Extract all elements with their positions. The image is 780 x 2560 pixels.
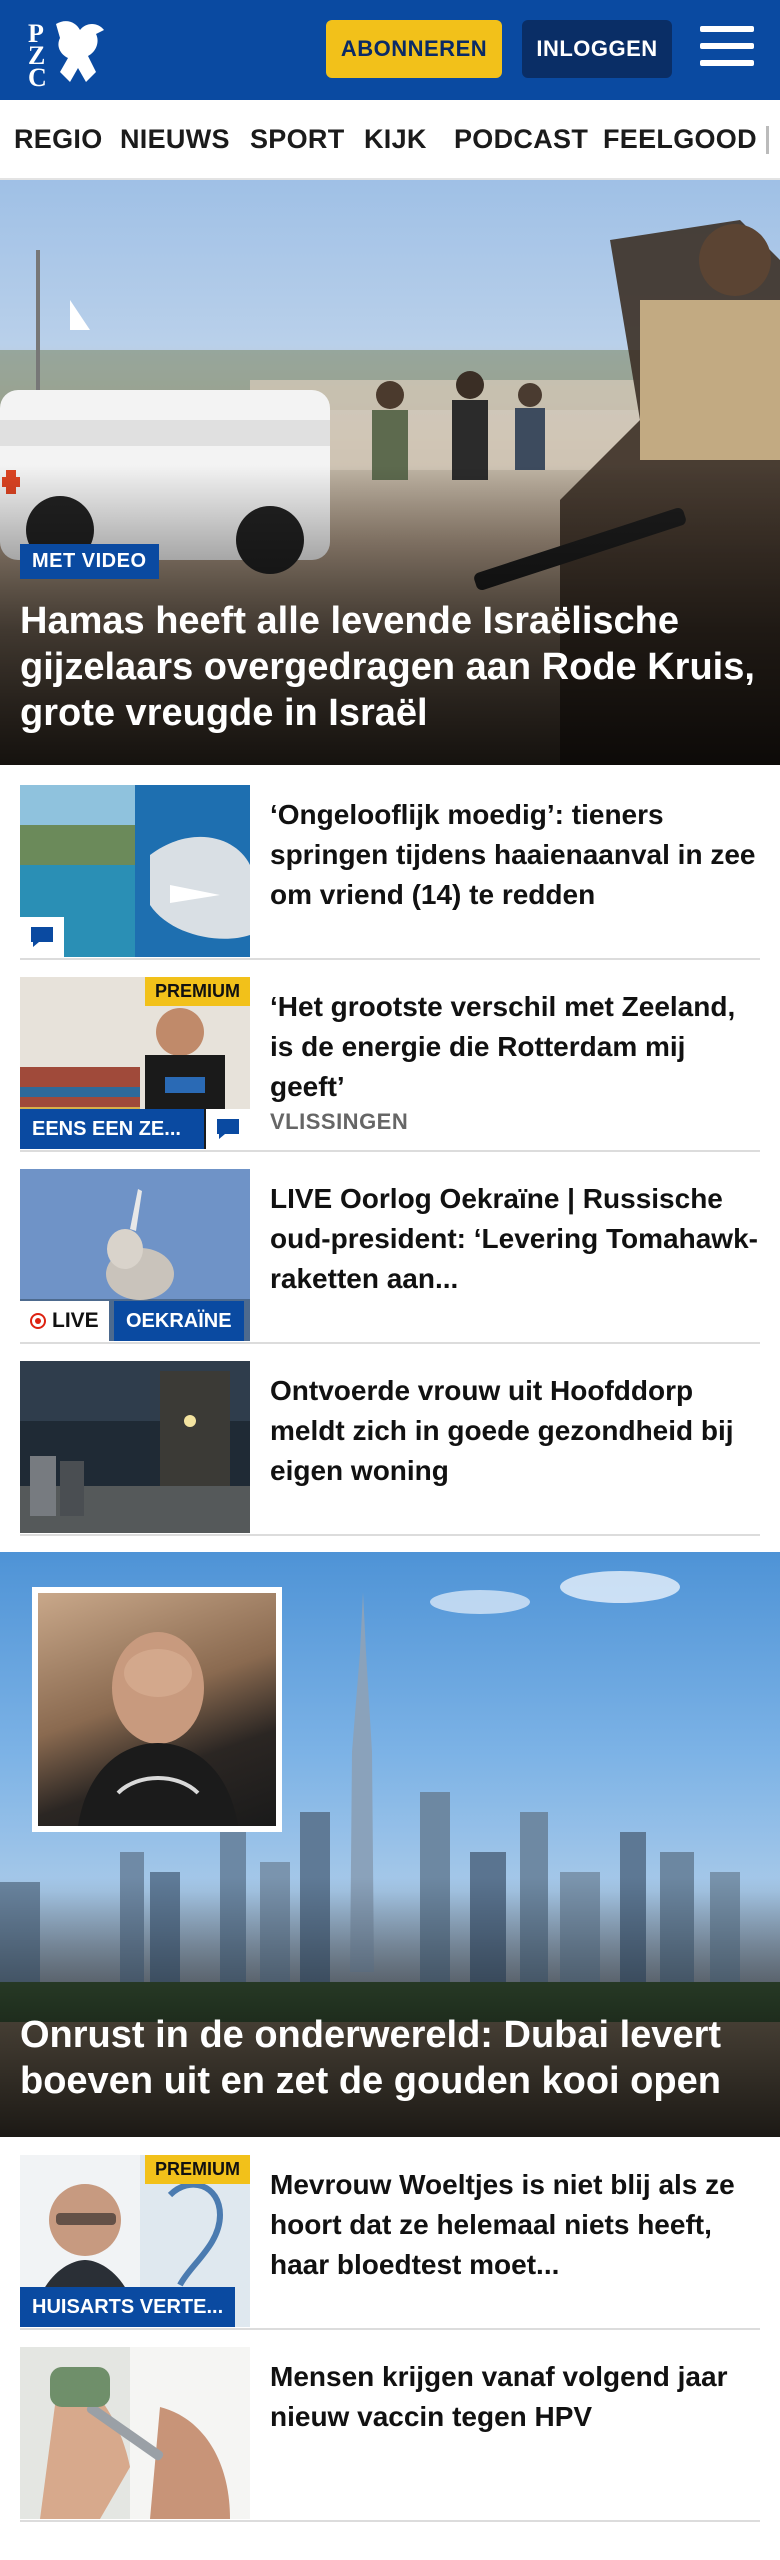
comment-icon [20, 917, 64, 957]
premium-badge: PREMIUM [145, 977, 250, 1006]
article-title[interactable]: Ontvoerde vrouw uit Hoofddorp meldt zich… [270, 1371, 760, 1491]
premium-badge: PREMIUM [145, 2155, 250, 2184]
nav-overflow-indicator [766, 126, 769, 154]
subscribe-button[interactable]: ABONNEREN [326, 20, 502, 78]
hero-article-dubai[interactable]: Onrust in de onderwereld: Dubai levert b… [0, 1552, 780, 2137]
comment-icon [206, 1109, 250, 1149]
article-thumbnail [20, 785, 250, 957]
article-location: VLISSINGEN [270, 1109, 409, 1134]
hero-video-tag: MET VIDEO [20, 544, 159, 579]
article-item-ukraine[interactable]: LIVE OEKRAÏNE LIVE Oorlog Oekraïne | Rus… [20, 1169, 760, 1344]
article-title[interactable]: Mevrouw Woeltjes is niet blij als ze hoo… [270, 2165, 760, 2285]
section-nav: REGIO NIEUWS SPORT KIJK PODCAST FEELGOOD [0, 100, 780, 180]
article-title[interactable]: LIVE Oorlog Oekraïne | Russische oud-pre… [270, 1179, 760, 1299]
hero-headline[interactable]: Hamas heeft alle levende Israëlische gij… [20, 598, 760, 736]
article-title[interactable]: ‘Ongelooflijk moedig’: tieners springen … [270, 795, 760, 915]
category-label: EENS EEN ZE... [20, 1109, 204, 1149]
article-title[interactable]: ‘Het grootste verschil met Zeeland, is d… [270, 987, 760, 1107]
category-label: HUISARTS VERTE... [20, 2287, 236, 2327]
nav-item-podcast[interactable]: PODCAST [454, 124, 588, 155]
login-button[interactable]: INLOGGEN [522, 20, 672, 78]
nav-item-kijk[interactable]: KIJK [364, 124, 427, 155]
article-thumbnail: PREMIUM HUISARTS VERTE... [20, 2155, 250, 2327]
article-item-hoofddorp[interactable]: Ontvoerde vrouw uit Hoofddorp meldt zich… [20, 1361, 760, 1536]
article-thumbnail [20, 1361, 250, 1533]
hero-article[interactable]: MET VIDEO Hamas heeft alle levende Israë… [0, 180, 780, 765]
nav-item-regio[interactable]: REGIO [14, 124, 103, 155]
site-header: P Z C ABONNEREN INLOGGEN [0, 0, 780, 100]
article-thumbnail: LIVE OEKRAÏNE [20, 1169, 250, 1341]
nav-item-nieuws[interactable]: NIEUWS [120, 124, 230, 155]
pzc-logo[interactable]: P Z C [26, 12, 112, 92]
suspect-photo [32, 1587, 282, 1832]
article-thumbnail: PREMIUM EENS EEN ZE... [20, 977, 250, 1149]
live-label: LIVE [52, 1309, 99, 1332]
nav-item-sport[interactable]: SPORT [250, 124, 345, 155]
article-item-zeeland[interactable]: PREMIUM EENS EEN ZE... ‘Het grootste ver… [20, 977, 760, 1152]
hero2-headline[interactable]: Onrust in de onderwereld: Dubai levert b… [20, 2012, 760, 2104]
live-badge: LIVE [20, 1301, 109, 1341]
live-dot-icon [30, 1313, 46, 1329]
article-item-shark[interactable]: ‘Ongelooflijk moedig’: tieners springen … [20, 785, 760, 960]
logo-letter-c: C [28, 63, 47, 88]
nav-item-feelgood[interactable]: FEELGOOD [603, 124, 757, 155]
article-title[interactable]: Mensen krijgen vanaf volgend jaar nieuw … [270, 2357, 760, 2437]
article-item-bloedtest[interactable]: PREMIUM HUISARTS VERTE... Mevrouw Woeltj… [20, 2155, 760, 2330]
hamburger-menu-icon[interactable] [700, 26, 754, 72]
article-item-hpv[interactable]: Mensen krijgen vanaf volgend jaar nieuw … [20, 2347, 760, 2522]
article-thumbnail [20, 2347, 250, 2519]
category-label: OEKRAÏNE [114, 1301, 244, 1341]
